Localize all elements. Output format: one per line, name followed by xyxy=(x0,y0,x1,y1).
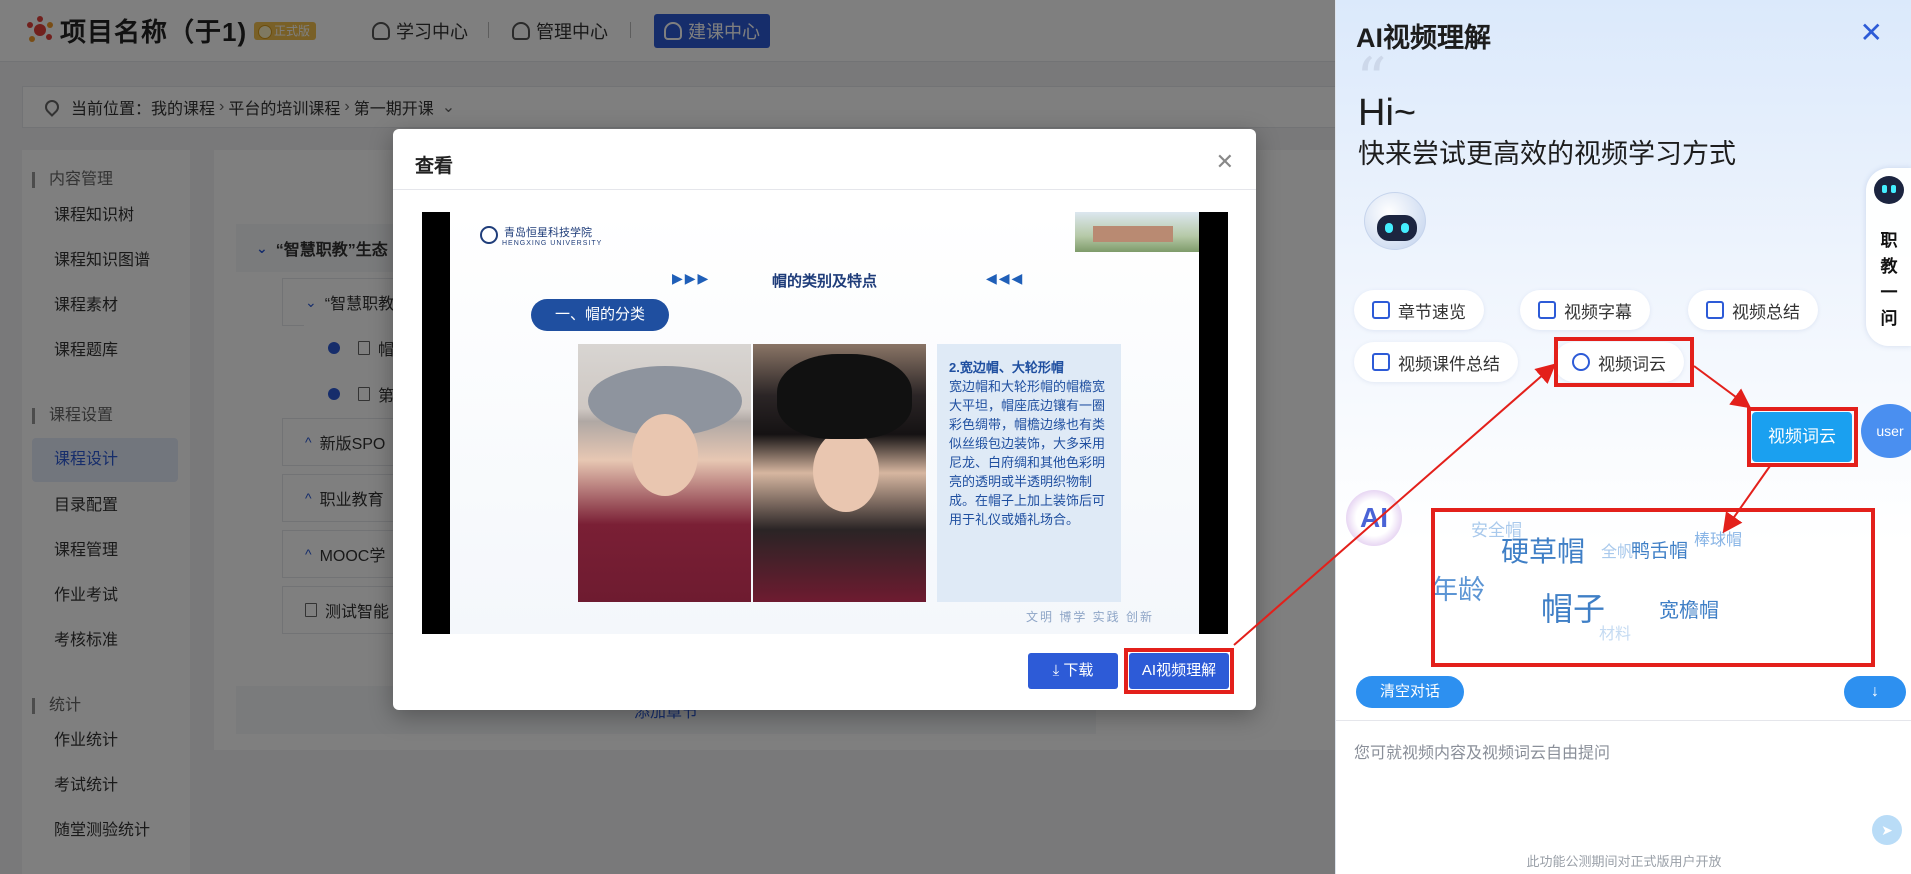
download-button[interactable]: ⤓ 下载 xyxy=(1028,653,1118,689)
school-logo-icon xyxy=(480,226,498,244)
chip-video-summary[interactable]: 视频总结 xyxy=(1688,290,1818,330)
chat-input[interactable] xyxy=(1354,739,1854,799)
robot-face xyxy=(1377,215,1417,241)
video-frame: 青岛恒星科技学院 HENGXING UNIVERSITY ▶▶▶ 帽的类别及特点… xyxy=(450,212,1199,634)
user-avatar: user xyxy=(1861,404,1911,458)
chip-label: 视频总结 xyxy=(1732,302,1800,322)
highlight-box xyxy=(1431,508,1875,667)
text-icon xyxy=(1372,353,1390,371)
download-label: 下载 xyxy=(1063,662,1094,679)
summary-icon xyxy=(1706,301,1724,319)
chip-video-subtitles[interactable]: 视频字幕 xyxy=(1520,290,1650,330)
video-player[interactable]: 青岛恒星科技学院 HENGXING UNIVERSITY ▶▶▶ 帽的类别及特点… xyxy=(422,212,1228,634)
subtitle-icon xyxy=(1538,301,1556,319)
slide-heading: 帽的类别及特点 xyxy=(771,273,877,290)
hat-photo xyxy=(578,344,751,602)
chip-courseware-summary[interactable]: 视频课件总结 xyxy=(1354,342,1518,382)
disclaimer: 此功能公测期间对正式版用户开放 xyxy=(1526,854,1722,869)
slide-text-body: 宽边帽和大轮形帽的帽檐宽大平坦，帽座底边镶有一圈彩色绸带，帽檐边缘也有类似丝缎包… xyxy=(949,379,1106,527)
slide-motto: 文明 博学 实践 创新 xyxy=(1026,610,1155,624)
section-pill: 一、帽的分类 xyxy=(531,299,669,331)
highlight-box xyxy=(1554,337,1694,387)
robot-icon xyxy=(1362,184,1428,262)
school-name-en: HENGXING UNIVERSITY xyxy=(502,240,603,247)
greeting: Hi~ xyxy=(1358,92,1417,134)
chip-chapter-overview[interactable]: 章节速览 xyxy=(1354,290,1484,330)
close-icon[interactable]: ✕ xyxy=(1216,149,1234,175)
arrows-left-icon: ◀◀◀ xyxy=(986,270,1025,286)
highlight-box xyxy=(1747,407,1858,467)
school-name: 青岛恒星科技学院 xyxy=(504,226,592,239)
clear-conversation-button[interactable]: 清空对话 xyxy=(1356,676,1464,708)
scroll-down-button[interactable]: ↓ xyxy=(1844,676,1906,708)
view-modal: 查看 ✕ 青岛恒星科技学院 HENGXING UNIVERSITY ▶▶▶ 帽的… xyxy=(393,129,1256,710)
download-icon: ⤓ xyxy=(1052,662,1064,679)
chip-label: 视频课件总结 xyxy=(1398,354,1500,374)
robot-head xyxy=(1364,192,1426,250)
face-shape xyxy=(632,414,698,496)
slide-text-title: 2.宽边帽、大轮形帽 xyxy=(949,360,1064,375)
send-icon[interactable]: ➤ xyxy=(1872,815,1902,845)
robot-icon xyxy=(1874,176,1904,204)
ai-panel: AI视频理解 ✕ “ Hi~ 快来尝试更高效的视频学习方式 章节速览 视频字幕 … xyxy=(1335,0,1911,874)
campus-image xyxy=(1075,212,1199,252)
subtitle: 快来尝试更高效的视频学习方式 xyxy=(1358,139,1736,169)
highlight-box xyxy=(1124,648,1234,694)
hat-shape xyxy=(777,354,912,439)
divider xyxy=(393,189,1256,190)
chip-label: 章节速览 xyxy=(1398,302,1466,322)
assistant-side-tab[interactable]: 职教一问 xyxy=(1866,168,1911,346)
list-icon xyxy=(1372,301,1390,319)
ai-avatar: AI xyxy=(1346,490,1402,546)
chat-input-area: ➤ xyxy=(1336,720,1911,854)
hat-photo xyxy=(753,344,926,602)
assistant-label: 职教一问 xyxy=(1880,231,1898,328)
chip-label: 视频字幕 xyxy=(1564,302,1632,322)
slide-text-box: 2.宽边帽、大轮形帽 宽边帽和大轮形帽的帽檐宽大平坦，帽座底边镶有一圈彩色绸带，… xyxy=(937,344,1121,602)
modal-title: 查看 xyxy=(415,156,454,177)
close-icon[interactable]: ✕ xyxy=(1860,16,1883,49)
face-shape xyxy=(813,430,879,512)
